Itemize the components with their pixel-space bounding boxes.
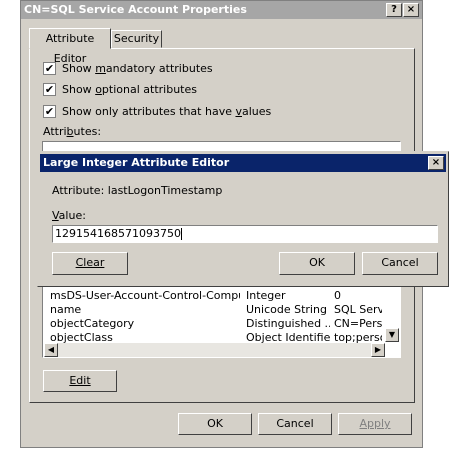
window-title-bar[interactable]: CN=SQL Service Account Properties <box>21 1 422 19</box>
dialog-attribute-text: Attribute: lastLogonTimestamp <box>52 184 223 197</box>
attributes-label: Attributes: <box>43 125 102 138</box>
attribute-name: msDS-User-Account-Control-Computed <box>50 289 240 302</box>
tab-attribute-editor[interactable]: Attribute Editor <box>29 28 111 65</box>
show-optional-checkbox[interactable]: ✔ <box>43 83 56 96</box>
value-text: 129154168571093750 <box>55 227 181 240</box>
window-title: CN=SQL Service Account Properties <box>24 3 247 16</box>
large-integer-editor-dialog: Large Integer Attribute Editor × Attribu… <box>37 151 449 287</box>
dialog-title-bar[interactable]: Large Integer Attribute Editor <box>40 154 446 172</box>
apply-button[interactable]: Apply <box>338 413 412 435</box>
dialog-close-button[interactable]: × <box>428 156 444 170</box>
horizontal-scrollbar[interactable] <box>44 343 385 357</box>
close-button[interactable]: × <box>403 3 419 17</box>
tab-security[interactable]: Security <box>111 30 162 48</box>
cancel-button[interactable]: Cancel <box>258 413 332 435</box>
attribute-name: objectCategory <box>50 317 135 330</box>
dialog-title: Large Integer Attribute Editor <box>43 156 230 169</box>
scroll-down-icon[interactable]: ▼ <box>385 328 399 342</box>
clear-button[interactable]: Clear <box>52 252 128 275</box>
show-only-values-checkbox[interactable]: ✔ <box>43 105 56 118</box>
attribute-value: CN=Perso <box>334 317 382 330</box>
show-optional-label: Show optional attributes <box>62 83 197 96</box>
scroll-right-icon[interactable]: ▶ <box>371 343 385 357</box>
attribute-syntax: Unicode String <box>246 303 327 316</box>
attribute-value: 0 <box>334 289 341 302</box>
attribute-name: name <box>50 303 82 316</box>
show-only-values-label: Show only attributes that have values <box>62 105 272 118</box>
edit-button-label: Edit <box>69 374 91 387</box>
dialog-ok-button[interactable]: OK <box>279 252 355 275</box>
clear-button-label: Clear <box>75 256 105 269</box>
value-input[interactable]: 129154168571093750 <box>52 225 438 243</box>
edit-button[interactable]: Edit <box>43 370 117 392</box>
scroll-left-icon[interactable]: ◀ <box>44 343 58 357</box>
attribute-syntax: Integer <box>246 289 286 302</box>
dialog-cancel-button[interactable]: Cancel <box>362 252 438 275</box>
value-label: Value: <box>52 209 86 222</box>
attribute-syntax: Distinguished ... <box>246 317 330 330</box>
ok-button[interactable]: OK <box>178 413 252 435</box>
help-button[interactable]: ? <box>386 3 402 17</box>
attribute-value: SQL Servi <box>334 303 382 316</box>
